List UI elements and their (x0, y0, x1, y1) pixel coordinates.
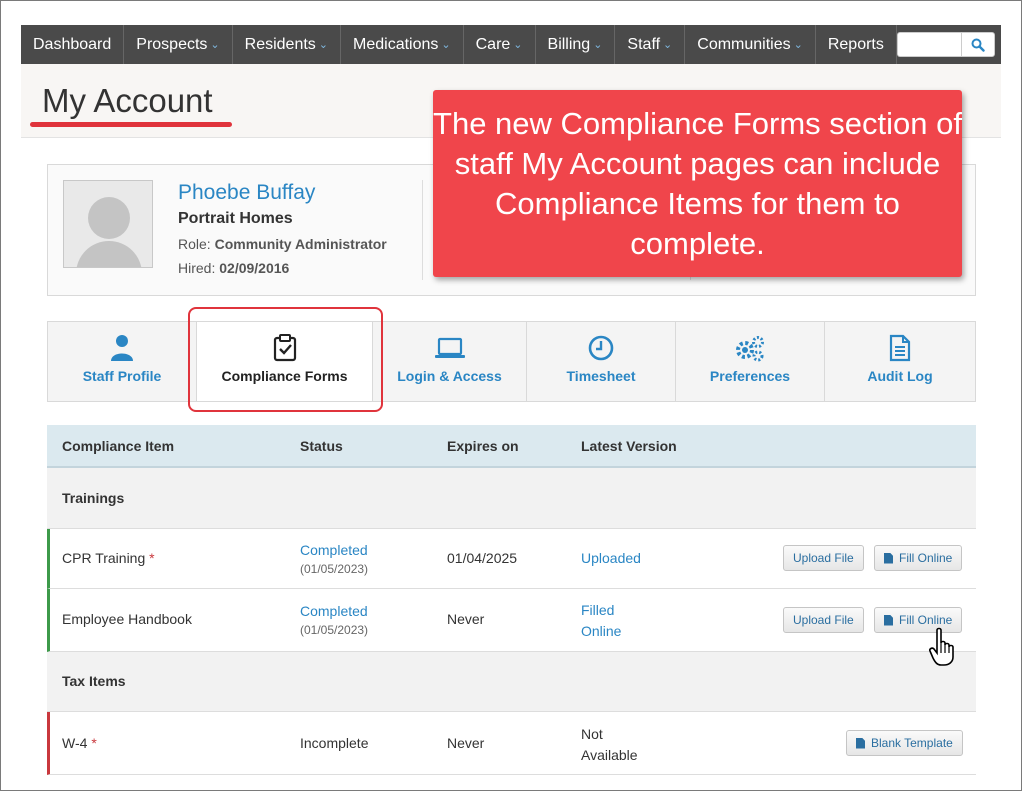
chevron-down-icon: ⌄ (513, 39, 523, 51)
tab-label: Preferences (709, 368, 791, 384)
chevron-down-icon: ⌄ (441, 39, 451, 51)
tab-preferences[interactable]: Preferences (676, 322, 825, 401)
nav-label: Residents (244, 35, 316, 53)
title-underline-annotation (30, 122, 232, 127)
search-button[interactable] (960, 32, 995, 57)
tab-staff-profile[interactable]: Staff Profile (48, 322, 197, 401)
compliance-table: Compliance Item Status Expires on Latest… (47, 425, 976, 775)
tab-label: Staff Profile (82, 368, 162, 384)
nav-label: Billing (547, 35, 591, 53)
upload-file-button[interactable]: Upload File (783, 545, 864, 571)
search-icon (971, 38, 985, 52)
version-cell: Not Available (581, 726, 638, 763)
version-link[interactable]: Uploaded (581, 550, 641, 566)
chevron-down-icon: ⌄ (318, 39, 329, 51)
blank-template-button[interactable]: Blank Template (846, 730, 963, 756)
file-icon (856, 737, 865, 749)
nav-staff[interactable]: Staff ⌄ (615, 25, 686, 64)
status-cell: Incomplete (300, 735, 369, 751)
item-name: W-4 * (62, 735, 97, 751)
nav-label: Communities (697, 35, 791, 53)
clock-icon (588, 335, 614, 361)
chevron-down-icon: ⌄ (593, 39, 603, 51)
chevron-down-icon: ⌄ (663, 39, 673, 51)
file-icon (884, 552, 893, 564)
section-title: Tax Items (62, 673, 126, 689)
profile-hired: Hired: 02/09/2016 (178, 260, 290, 276)
nav-label: Dashboard (33, 35, 112, 53)
document-icon (889, 334, 911, 362)
tab-label: Timesheet (566, 368, 636, 384)
laptop-icon (434, 337, 465, 358)
hand-pointer-icon (929, 627, 954, 666)
tab-audit-log[interactable]: Audit Log (825, 322, 975, 401)
nav-search (896, 25, 995, 64)
tab-highlight-annotation (188, 307, 383, 412)
table-header: Compliance Item Status Expires on Latest… (47, 425, 976, 468)
file-icon (884, 614, 893, 626)
table-row: W-4 * Incomplete Never Not Available Bla… (47, 712, 976, 775)
status-cell: Completed (01/05/2023) (300, 542, 369, 576)
table-row: CPR Training * Completed (01/05/2023) 01/… (47, 529, 976, 589)
nav-dashboard[interactable]: Dashboard (21, 25, 125, 64)
table-row: Employee Handbook Completed (01/05/2023) … (47, 589, 976, 652)
nav-prospects[interactable]: Prospects ⌄ (124, 25, 233, 64)
version-link[interactable]: Filled Online (581, 600, 631, 642)
expires-cell: Never (447, 611, 485, 627)
search-input[interactable] (896, 32, 961, 57)
nav-label: Staff (627, 35, 661, 53)
status-link[interactable]: Completed (300, 603, 368, 619)
divider (422, 180, 423, 280)
nav-residents[interactable]: Residents ⌄ (233, 25, 342, 64)
gears-icon (736, 336, 764, 362)
upload-file-button[interactable]: Upload File (783, 607, 864, 633)
expires-cell: Never (447, 735, 485, 751)
account-tabs: Staff Profile Compliance Forms Login & A… (47, 321, 976, 402)
person-icon (111, 335, 133, 361)
item-name: CPR Training * (62, 550, 155, 566)
profile-role: Role: Community Administrator (178, 236, 387, 252)
tab-label: Audit Log (867, 368, 933, 384)
status-cell: Completed (01/05/2023) (300, 603, 369, 637)
nav-label: Care (475, 35, 511, 53)
status-link[interactable]: Completed (300, 542, 368, 558)
nav-care[interactable]: Care ⌄ (464, 25, 536, 64)
nav-medications[interactable]: Medications ⌄ (341, 25, 464, 64)
section-row: Tax Items (47, 652, 976, 712)
top-navbar: Dashboard Prospects ⌄ Residents ⌄ Medicati… (21, 25, 1001, 64)
tab-timesheet[interactable]: Timesheet (527, 322, 676, 401)
column-header: Expires on (447, 437, 519, 454)
chevron-down-icon: ⌄ (793, 39, 803, 51)
item-name: Employee Handbook (62, 611, 192, 627)
tab-login-access[interactable]: Login & Access (373, 322, 527, 401)
nav-label: Reports (827, 35, 884, 53)
fill-online-button[interactable]: Fill Online (874, 545, 963, 571)
nav-label: Prospects (136, 35, 208, 53)
nav-label: Medications (353, 35, 439, 53)
tab-label: Login & Access (397, 368, 502, 384)
column-header: Compliance Item (62, 437, 175, 454)
annotation-callout: The new Compliance Forms section of staf… (433, 90, 962, 277)
nav-billing[interactable]: Billing ⌄ (536, 25, 616, 64)
nav-reports[interactable]: Reports (816, 25, 897, 64)
section-title: Trainings (62, 490, 125, 506)
page-title: My Account (42, 82, 213, 119)
nav-communities[interactable]: Communities ⌄ (685, 25, 816, 64)
expires-cell: 01/04/2025 (447, 550, 518, 566)
avatar (63, 180, 153, 268)
column-header: Status (300, 437, 343, 454)
profile-company: Portrait Homes (178, 210, 293, 227)
chevron-down-icon: ⌄ (210, 39, 220, 51)
column-header: Latest Version (581, 437, 677, 454)
profile-name[interactable]: Phoebe Buffay (178, 181, 315, 205)
section-row: Trainings (47, 468, 976, 529)
